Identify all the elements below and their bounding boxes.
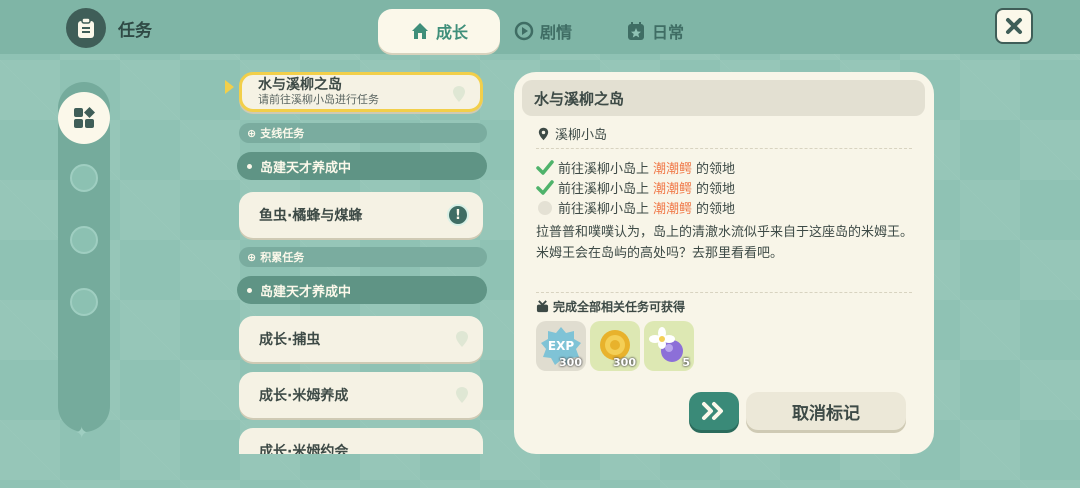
close-button[interactable] (995, 8, 1033, 44)
section-icon: ⊕ (247, 250, 257, 264)
page-title: 任务 (118, 21, 152, 41)
quest-group[interactable]: 岛建天才养成中 (237, 276, 487, 304)
tab-story[interactable]: 剧情 (514, 9, 572, 53)
quest-item-selected[interactable]: 水与溪柳之岛 请前往溪柳小岛进行任务 (239, 72, 483, 112)
close-icon (1006, 18, 1022, 34)
quest-item[interactable]: 鱼虫·橘蜂与煤蜂 ! (239, 192, 483, 238)
quest-description: 拉普普和噗噗认为，岛上的清澈水流似乎来自于这座岛的米姆王。米姆王会在岛屿的高处吗… (536, 225, 914, 261)
category-ring-icon[interactable] (70, 288, 98, 316)
section-header-side: ⊕ 支线任务 (239, 123, 487, 143)
objective-highlight: 潮潮鳄 (653, 162, 693, 177)
objective-text: 前往溪柳小岛上 (558, 202, 650, 217)
go-to-quest-button[interactable] (689, 392, 739, 430)
reward-count: 5 (682, 356, 690, 369)
quest-icon (66, 8, 106, 48)
reward-title: 完成全部相关任务可获得 (553, 300, 686, 314)
reward-exp[interactable]: EXP 300 (536, 321, 586, 371)
reward-count: 300 (613, 356, 636, 369)
location-pin-icon (456, 331, 468, 347)
pending-circle-icon (538, 200, 552, 215)
reward-flower-orb[interactable]: 5 (644, 321, 694, 371)
objective-highlight: 潮潮鳄 (653, 182, 693, 197)
objective-suffix: 的领地 (696, 202, 736, 217)
category-plus-icon[interactable] (70, 226, 98, 254)
objective-highlight: 潮潮鳄 (653, 202, 693, 217)
grid-icon (74, 107, 95, 128)
section-icon: ⊕ (247, 126, 257, 140)
section-label: 积累任务 (260, 251, 305, 264)
double-chevron-right-icon (702, 402, 723, 420)
tab-daily[interactable]: 日常 (626, 9, 684, 53)
alert-icon: ! (447, 204, 469, 226)
tab-label: 成长 (435, 23, 468, 42)
section-header-accum: ⊕ 积累任务 (239, 247, 487, 267)
location-label: 溪柳小岛 (555, 128, 608, 143)
location-pin-icon (538, 127, 549, 140)
quest-title: 水与溪柳之岛 (258, 77, 342, 93)
detail-location: 溪柳小岛 (538, 124, 607, 143)
section-label: 支线任务 (260, 127, 305, 140)
sparkle-icon: ✦ (75, 423, 89, 442)
film-icon (514, 21, 534, 41)
divider (536, 292, 912, 293)
detail-title: 水与溪柳之岛 (522, 80, 925, 116)
quest-label: 成长·捕虫 (259, 332, 321, 348)
objective-row: 前往溪柳小岛上 潮潮鳄 的领地 (536, 198, 735, 217)
category-all-button[interactable] (58, 92, 110, 144)
objective-row: 前往溪柳小岛上 潮潮鳄 的领地 (536, 158, 735, 177)
quest-subtitle: 请前往溪柳小岛进行任务 (258, 93, 379, 106)
quest-list[interactable]: 水与溪柳之岛 请前往溪柳小岛进行任务 ⊕ 支线任务 岛建天才养成中 鱼虫·橘蜂与… (225, 72, 491, 454)
bullet-icon (247, 287, 252, 293)
quest-item[interactable]: 成长·米姆约会 (239, 428, 483, 454)
group-label: 岛建天才养成中 (260, 284, 352, 300)
quest-label: 成长·米姆养成 (259, 388, 349, 404)
exp-label: EXP (548, 339, 574, 353)
location-pin-icon (453, 86, 465, 102)
quest-group[interactable]: 岛建天才养成中 (237, 152, 487, 180)
objective-suffix: 的领地 (696, 162, 736, 177)
home-icon (411, 23, 428, 39)
check-icon (536, 159, 554, 175)
cancel-mark-button[interactable]: 取消标记 (746, 392, 906, 430)
check-icon (536, 179, 554, 195)
reward-count: 300 (559, 356, 582, 369)
selected-arrow-icon (225, 80, 234, 94)
reward-header: 完成全部相关任务可获得 (536, 298, 685, 315)
quest-item[interactable]: 成长·米姆养成 (239, 372, 483, 418)
quest-label: 鱼虫·橘蜂与煤蜂 (259, 208, 363, 224)
quest-item[interactable]: 成长·捕虫 (239, 316, 483, 362)
divider (536, 148, 912, 149)
calendar-star-icon (628, 22, 644, 40)
objective-suffix: 的领地 (696, 182, 736, 197)
bullet-icon (247, 163, 252, 169)
objective-text: 前往溪柳小岛上 (558, 182, 650, 197)
group-label: 岛建天才养成中 (260, 160, 352, 176)
tab-label: 剧情 (540, 23, 573, 42)
category-star-icon[interactable] (70, 164, 98, 192)
location-pin-icon (456, 387, 468, 403)
reward-coin[interactable]: 300 (590, 321, 640, 371)
quest-detail-panel: 水与溪柳之岛 溪柳小岛 前往溪柳小岛上 潮潮鳄 的领地 前往溪柳小岛上 潮潮鳄 的领地 … (514, 72, 934, 454)
gift-icon (536, 300, 549, 313)
quest-label: 成长·米姆约会 (259, 444, 349, 454)
tab-growth[interactable]: 成长 (378, 9, 500, 53)
objective-text: 前往溪柳小岛上 (558, 162, 650, 177)
tab-label: 日常 (652, 23, 685, 42)
objective-row: 前往溪柳小岛上 潮潮鳄 的领地 (536, 178, 735, 197)
